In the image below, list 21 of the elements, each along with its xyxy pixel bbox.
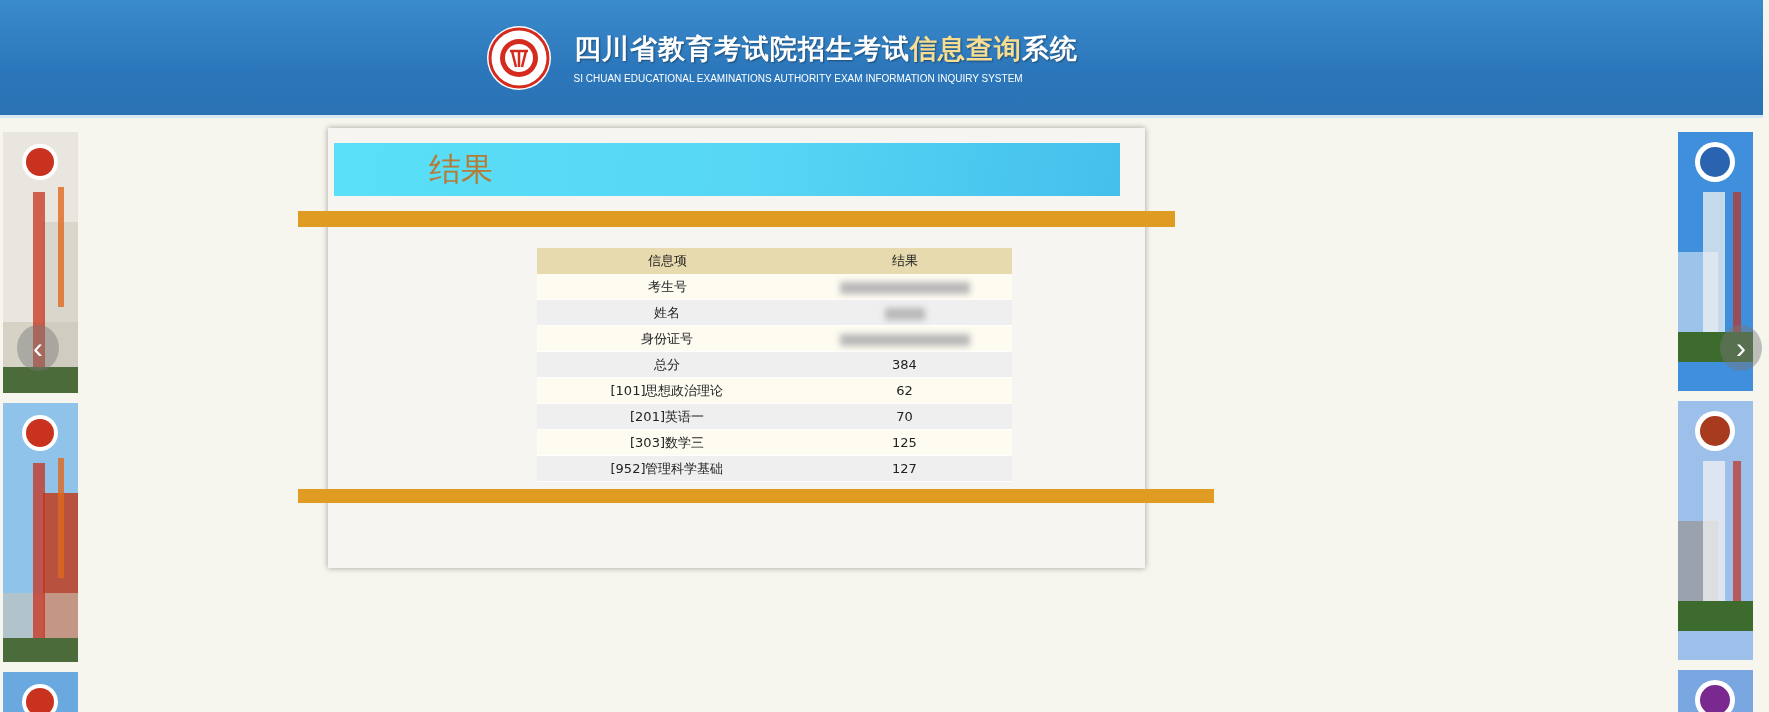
table-cell: 127 [892, 461, 917, 476]
panel-title: 结果 [429, 148, 493, 190]
table-cell: [101]思想政治理论 [537, 377, 797, 404]
table-cell: [952]管理科学基础 [537, 455, 797, 482]
table-cell: 姓名 [537, 299, 797, 326]
site-subtitle: SI CHUAN EDUCATIONAL EXAMINATIONS AUTHORITY EXAM INFORMATION INQUIRY SYSTEM [573, 73, 1024, 84]
table-cell: 总分 [537, 351, 797, 378]
seal-logo-icon [485, 24, 552, 91]
table-cell: [201]英语一 [537, 403, 797, 430]
table-cell: 62 [896, 383, 913, 398]
carousel-prev-button[interactable]: ‹ [17, 325, 59, 371]
column-header: 结果 [797, 248, 1012, 274]
table-cell: 身份证号 [537, 325, 797, 352]
column-header: 信息项 [537, 248, 797, 274]
table-cell: 384 [892, 357, 917, 372]
table-cell: 70 [896, 409, 913, 424]
table-cell: [303]数学三 [537, 429, 797, 456]
table-cell: 125 [892, 435, 917, 450]
carousel-next-button[interactable]: › [1720, 325, 1762, 371]
site-title: 四川省教育考试院招生考试信息查询系统 [573, 32, 1078, 66]
table-cell: 考生号 [537, 274, 797, 300]
